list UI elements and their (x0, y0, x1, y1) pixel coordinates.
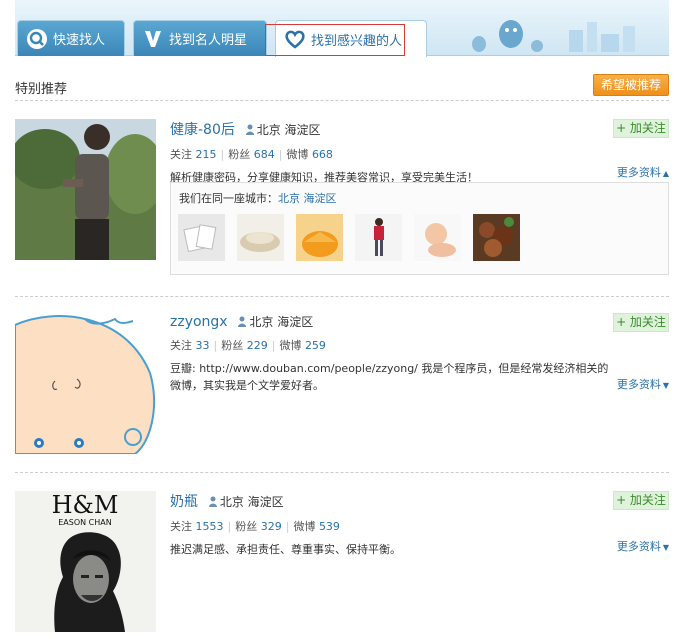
person-icon (245, 124, 254, 135)
more-info-toggle[interactable]: 更多资料 ▼ (617, 538, 669, 554)
user-card: zzyongx 北京 海淀区 关注 33 | 粉丝 229 | 微博 259 豆瓣: h… (15, 313, 669, 454)
avatar[interactable] (15, 313, 156, 454)
weibo-label: 微博 (279, 339, 302, 352)
v-verified-icon (142, 28, 164, 50)
stats-separator: | (220, 148, 225, 161)
stats-separator: | (271, 339, 276, 352)
user-stats: 关注 1553 | 粉丝 329 | 微博 539 (170, 518, 610, 534)
fans-label: 粉丝 (228, 148, 251, 161)
city-user-thumb[interactable] (473, 214, 520, 261)
user-location: 北京 海淀区 (245, 121, 321, 138)
city-user-thumb[interactable] (355, 214, 402, 261)
weibo-count[interactable]: 539 (319, 520, 340, 533)
user-location: 北京 海淀区 (237, 313, 313, 330)
same-city-prefix: 我们在同一座城市： (179, 192, 278, 205)
location-text: 北京 海淀区 (219, 495, 284, 509)
weibo-label: 微博 (293, 520, 316, 533)
city-user-thumb[interactable] (178, 214, 225, 261)
caret-down-icon: ▼ (662, 381, 669, 390)
user-description: 豆瓣: http://www.douban.com/people/zzyong/… (170, 362, 609, 392)
caret-down-icon: ▼ (662, 543, 669, 552)
location-text: 北京 海淀区 (249, 315, 314, 329)
follow-label: 关注 (170, 520, 192, 533)
hope-recommended-button[interactable]: 希望被推荐 (593, 74, 669, 96)
location-text: 北京 海淀区 (256, 123, 321, 137)
same-city-title: 我们在同一座城市：北京 海淀区 (179, 190, 337, 206)
city-user-thumb[interactable] (237, 214, 284, 261)
city-user-thumb[interactable] (296, 214, 343, 261)
fans-label: 粉丝 (235, 520, 258, 533)
fans-count[interactable]: 229 (247, 339, 268, 352)
divider (15, 100, 669, 101)
user-name-link[interactable]: zzyongx (170, 314, 228, 330)
follow-button[interactable]: + 加关注 (613, 313, 669, 332)
user-card: H&M EASON CHAN 奶瓶 北京 海淀区 关注 1553 | 粉丝 329 |… (15, 491, 669, 632)
divider (15, 472, 669, 473)
user-info: zzyongx 北京 海淀区 关注 33 | 粉丝 229 | 微博 259 豆瓣: h… (170, 313, 610, 394)
brand-logo-text: H&M (52, 491, 119, 519)
section-title: 特别推荐 (15, 82, 68, 97)
user-info: 奶瓶 北京 海淀区 关注 1553 | 粉丝 329 | 微博 539 推迟满足感、承担… (170, 491, 610, 558)
follow-count[interactable]: 215 (196, 148, 217, 161)
more-info-label: 更多资料 (616, 540, 661, 553)
tab-label: 找到名人明星 (169, 33, 248, 48)
stats-separator: | (278, 148, 283, 161)
person-icon (238, 316, 247, 327)
follow-label: 关注 (170, 148, 192, 161)
divider (15, 296, 669, 297)
weibo-count[interactable]: 668 (312, 148, 333, 161)
tab-label: 找到感兴趣的人 (311, 33, 403, 49)
user-info: 健康-80后 北京 海淀区 关注 215 | 粉丝 684 | 微博 668 解析健康密… (170, 119, 610, 186)
follow-count[interactable]: 1553 (196, 520, 224, 533)
tab-find-celebrities[interactable]: 找到名人明星 (133, 20, 267, 56)
user-card: 健康-80后 北京 海淀区 关注 215 | 粉丝 684 | 微博 668 解析健康密… (15, 119, 669, 279)
avatar[interactable] (15, 119, 156, 260)
person-icon (208, 496, 217, 507)
heart-icon (284, 28, 306, 50)
brand-logo-subtext: EASON CHAN (58, 518, 112, 527)
stats-separator: | (285, 520, 290, 533)
fans-count[interactable]: 684 (254, 148, 275, 161)
fans-count[interactable]: 329 (261, 520, 282, 533)
weibo-label: 微博 (286, 148, 309, 161)
user-location: 北京 海淀区 (208, 493, 284, 510)
more-info-label: 更多资料 (616, 166, 661, 179)
search-icon (26, 28, 48, 50)
tab-find-interesting-people[interactable]: 找到感兴趣的人 (275, 20, 427, 57)
caret-up-icon: ▲ (662, 169, 669, 178)
city-user-thumb[interactable] (414, 214, 461, 261)
user-stats: 关注 215 | 粉丝 684 | 微博 668 (170, 146, 610, 162)
user-description: 推迟满足感、承担责任、尊重事实、保持平衡。 (170, 543, 401, 556)
more-info-toggle[interactable]: 更多资料 ▲ (617, 164, 669, 180)
weibo-count[interactable]: 259 (305, 339, 326, 352)
more-info-toggle[interactable]: 更多资料 ▼ (617, 376, 669, 392)
user-name-link[interactable]: 奶瓶 (170, 491, 198, 511)
tab-quick-find[interactable]: 快速找人 (17, 20, 125, 56)
tab-banner: 快速找人 找到名人明星 找到感兴趣的人 (15, 0, 669, 57)
follow-button[interactable]: + 加关注 (613, 119, 669, 138)
follow-count[interactable]: 33 (196, 339, 210, 352)
more-info-label: 更多资料 (616, 378, 661, 391)
same-city-panel: 我们在同一座城市：北京 海淀区 (170, 182, 669, 275)
user-name-link[interactable]: 健康-80后 (170, 119, 235, 139)
follow-button[interactable]: + 加关注 (613, 491, 669, 510)
stats-separator: | (213, 339, 218, 352)
fans-label: 粉丝 (221, 339, 244, 352)
user-stats: 关注 33 | 粉丝 229 | 微博 259 (170, 337, 610, 353)
stats-separator: | (227, 520, 232, 533)
avatar[interactable]: H&M EASON CHAN (15, 491, 156, 632)
follow-label: 关注 (170, 339, 192, 352)
same-city-link[interactable]: 北京 海淀区 (278, 192, 337, 205)
banner-decoration (472, 20, 635, 52)
tab-label: 快速找人 (53, 33, 106, 48)
